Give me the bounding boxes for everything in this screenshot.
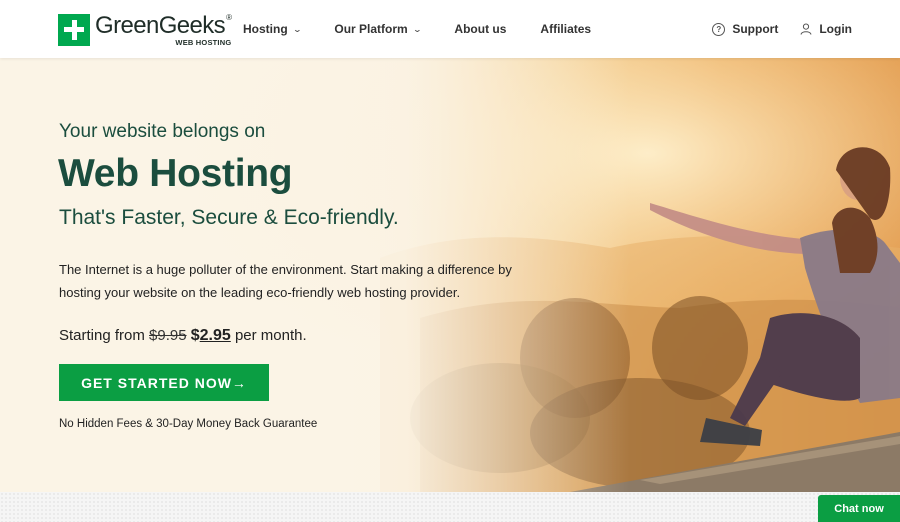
get-started-button[interactable]: GET STARTED NOW → <box>59 364 269 401</box>
login-label: Login <box>819 22 852 36</box>
help-circle-icon: ? <box>712 22 726 36</box>
arrow-right-icon: → <box>231 374 247 391</box>
chat-label: Chat now <box>834 502 884 515</box>
brand-name: GreenGeeks <box>95 12 226 39</box>
hero-eyebrow: Your website belongs on <box>59 121 266 142</box>
login-link[interactable]: Login <box>800 22 852 36</box>
brand-logo[interactable]: GreenGeeks® WEB HOSTING <box>58 12 232 47</box>
logo-tagline: WEB HOSTING <box>175 38 232 47</box>
pricing-line: Starting from $9.95 $2.95 per month. <box>59 327 307 345</box>
support-link[interactable]: ? Support <box>712 22 778 36</box>
nav-item-hosting[interactable]: Hosting ⌄ <box>243 22 302 36</box>
hero-subhead: That's Faster, Secure & Eco-friendly. <box>59 206 399 229</box>
logo-text: GreenGeeks® WEB HOSTING <box>95 12 232 47</box>
old-price: $9.95 <box>149 327 187 344</box>
price-suffix: per month. <box>230 327 307 344</box>
nav-item-our-platform[interactable]: Our Platform ⌄ <box>334 22 422 36</box>
price-amount: 2.95 <box>199 327 231 344</box>
nav-item-label: Hosting <box>243 22 288 36</box>
user-icon <box>800 23 812 35</box>
guarantee-text: No Hidden Fees & 30-Day Money Back Guara… <box>59 418 318 430</box>
nav-item-about-us[interactable]: About us <box>454 22 506 36</box>
nav-item-label: Our Platform <box>334 22 408 36</box>
section-divider <box>0 492 900 522</box>
new-price: $2.95 <box>191 327 231 344</box>
support-label: Support <box>732 22 779 36</box>
chevron-down-icon: ⌄ <box>292 24 302 34</box>
nav-item-label: Affiliates <box>540 22 592 36</box>
plus-logo-icon <box>58 14 90 46</box>
registered-mark: ® <box>226 13 232 22</box>
main-nav: Hosting ⌄ Our Platform ⌄ About us Affili… <box>243 0 625 58</box>
nav-item-affiliates[interactable]: Affiliates <box>540 22 591 36</box>
nav-item-label: About us <box>454 22 507 36</box>
chat-now-button[interactable]: Chat now <box>818 495 900 522</box>
hero-headline: Web Hosting <box>58 152 293 195</box>
cta-label: GET STARTED NOW <box>81 374 232 391</box>
price-prefix: Starting from <box>59 327 150 344</box>
utility-nav: ? Support Login <box>690 0 852 58</box>
site-header: GreenGeeks® WEB HOSTING Hosting ⌄ Our Pl… <box>0 0 900 58</box>
hero-description: The Internet is a huge polluter of the e… <box>59 262 512 300</box>
chevron-down-icon: ⌄ <box>412 24 422 34</box>
logo-name: GreenGeeks® <box>95 12 232 39</box>
hero-section: Your website belongs on Web Hosting That… <box>0 58 900 492</box>
price-currency: $ <box>190 327 200 344</box>
